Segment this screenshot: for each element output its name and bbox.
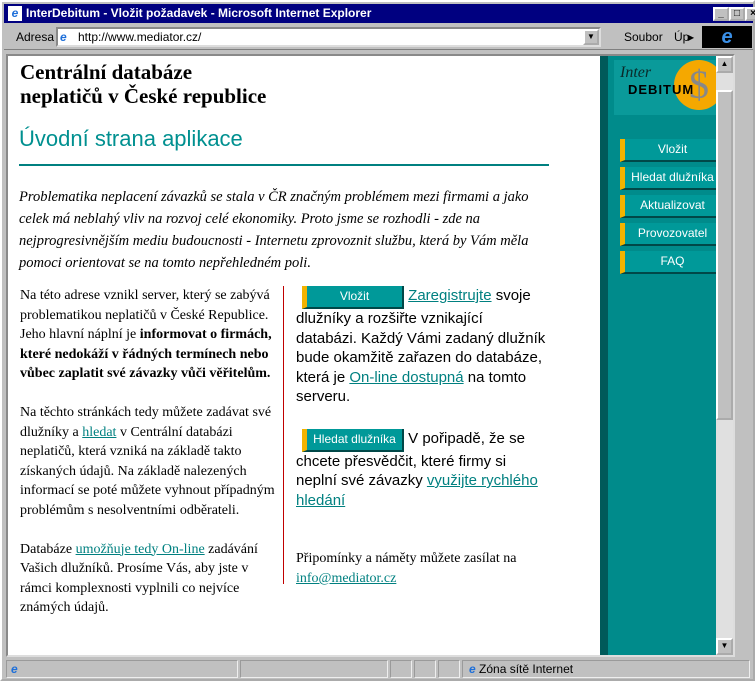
site-heading-line2: neplatičů v České republice [20, 84, 267, 108]
scroll-up-button[interactable]: ▲ [716, 56, 733, 73]
search-link[interactable]: hledat [82, 425, 116, 440]
address-url: http://www.mediator.cz/ [78, 30, 202, 44]
nav-operator[interactable]: Provozovatel [620, 223, 722, 246]
paragraph-3: Databáze umožňuje tedy On-line zadávání … [20, 540, 275, 618]
close-button[interactable]: × [745, 7, 755, 21]
contact-text: Připomínky a náměty můžete zasílat na in… [296, 549, 546, 589]
online-link[interactable]: umožňuje tedy On-line [76, 542, 205, 557]
interdebitum-logo: Inter DEBITUM $ [614, 60, 724, 115]
site-heading: Centrální databáze neplatičů v České rep… [20, 60, 266, 108]
search-debtor-button[interactable]: Hledat dlužníka [302, 428, 404, 452]
title-bar: e InterDebitum - Vložit požadavek - Micr… [4, 4, 755, 23]
scroll-thumb[interactable] [716, 90, 733, 420]
register-block: Vložit Zaregistrujte svoje dlužníky a ro… [296, 286, 546, 407]
logo-text: DEBITUM [628, 82, 695, 97]
status-page-icon: e [6, 660, 238, 678]
paragraph-1: Na této adrese vznikl server, který se z… [20, 286, 275, 384]
paragraph-2: Na těchto stránkách tedy můžete zadávat … [20, 403, 275, 520]
site-heading-line1: Centrální databáze [20, 60, 193, 84]
text: Připomínky a náměty můžete zasílat na [296, 551, 517, 566]
status-panel [414, 660, 436, 678]
zone-text: Zóna sítě Internet [479, 662, 574, 676]
ie-logo-icon: e [702, 26, 752, 48]
online-available-link[interactable]: On-line dostupná [349, 369, 463, 386]
ie-zone-icon: e [469, 662, 476, 676]
status-panel [240, 660, 388, 678]
logo-text: Inter [620, 64, 652, 81]
insert-button[interactable]: Vložit [302, 286, 404, 309]
scroll-down-button[interactable]: ▼ [716, 638, 733, 655]
menu-file[interactable]: Soubor [624, 30, 663, 44]
address-input[interactable]: e http://www.mediator.cz/ ▼ [56, 27, 601, 47]
nav-faq[interactable]: FAQ [620, 251, 722, 274]
ie-page-icon: e [60, 30, 67, 44]
email-link[interactable]: info@mediator.cz [296, 571, 396, 586]
intro-text: Problematika neplacení závazků se stala … [19, 189, 529, 271]
status-panel [438, 660, 460, 678]
maximize-button[interactable]: □ [729, 7, 745, 21]
status-panel [390, 660, 412, 678]
column-divider [283, 286, 284, 584]
status-zone: e Zóna sítě Internet [462, 660, 750, 678]
right-column: Vložit Zaregistrujte svoje dlužníky a ro… [296, 286, 546, 510]
address-toolbar: Adresa e http://www.mediator.cz/ ▼ Soubo… [4, 24, 753, 50]
address-label: Adresa [16, 30, 55, 44]
window-title: InterDebitum - Vložit požadavek - Micros… [26, 6, 372, 20]
nav-update[interactable]: Aktualizovat [620, 195, 722, 218]
ie-page-icon: e [8, 6, 22, 21]
register-link[interactable]: Zaregistrujte [408, 287, 491, 304]
page-title: Úvodní strana aplikace [19, 126, 243, 151]
address-dropdown-button[interactable]: ▼ [583, 29, 599, 45]
vertical-scrollbar[interactable]: ▲ ▼ [716, 56, 733, 655]
menu-more-chevron-icon[interactable]: ▶ [688, 33, 694, 42]
page-content: Centrální databáze neplatičů v České rep… [6, 54, 735, 657]
nav-insert[interactable]: Vložit [620, 139, 722, 162]
sidebar: Inter DEBITUM $ Vložit Hledat dlužníka A… [600, 56, 733, 655]
divider [19, 164, 549, 166]
browser-window: e InterDebitum - Vložit požadavek - Micr… [0, 0, 755, 681]
status-bar: e e Zóna sítě Internet [4, 659, 753, 679]
nav-search-debtor[interactable]: Hledat dlužníka [620, 167, 722, 190]
search-block: Hledat dlužníka V pořipadě, že se chcete… [296, 428, 546, 511]
minimize-button[interactable]: _ [713, 7, 729, 21]
text: Databáze [20, 541, 76, 557]
left-column: Na této adrese vznikl server, který se z… [20, 286, 275, 637]
